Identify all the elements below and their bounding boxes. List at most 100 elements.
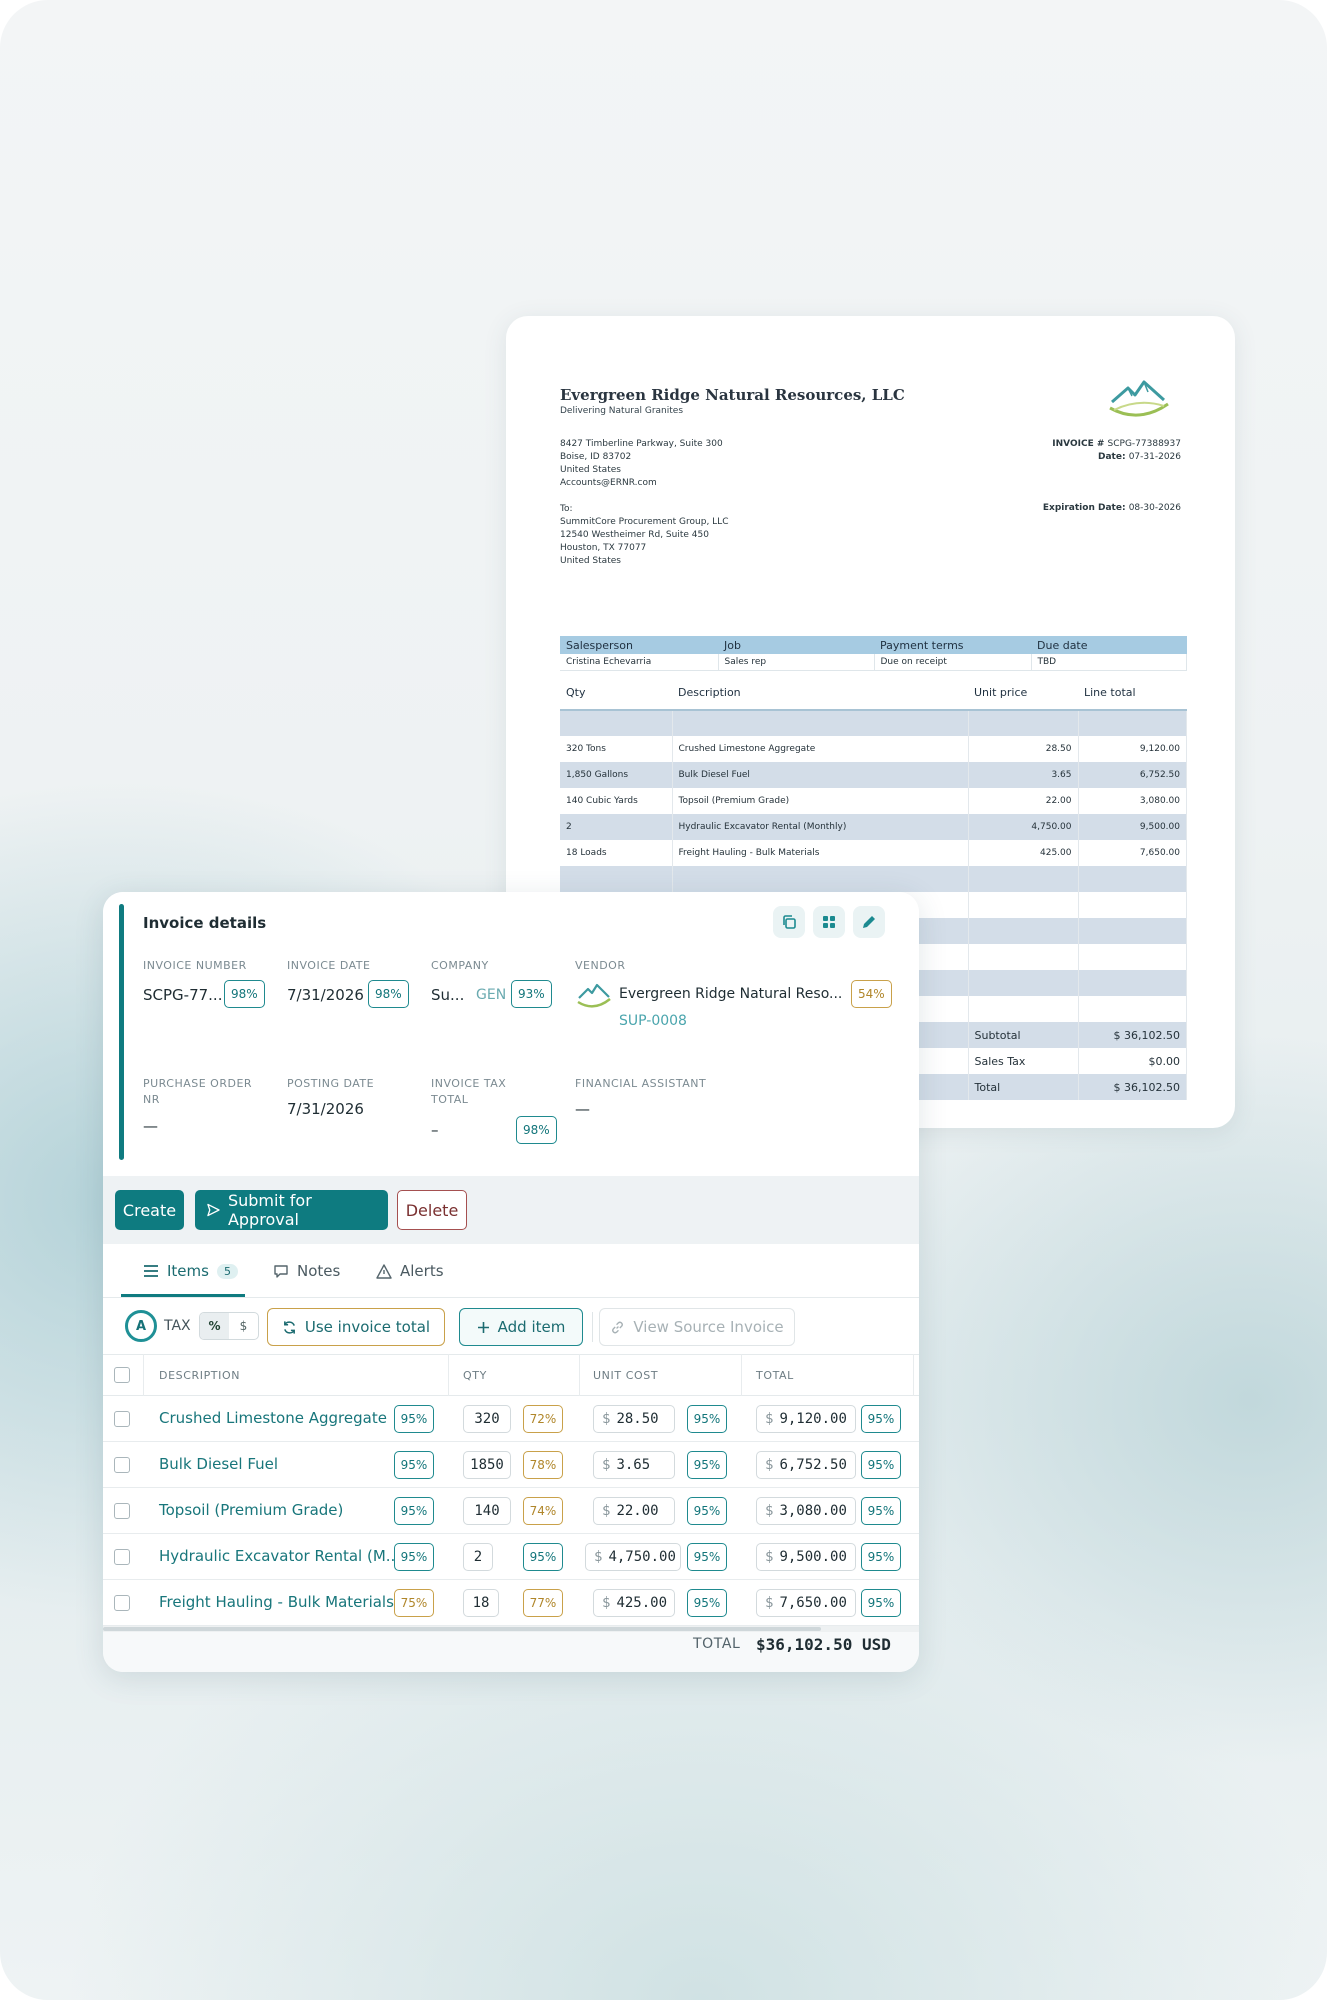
delete-button[interactable]: Delete	[397, 1190, 467, 1230]
copy-button[interactable]	[773, 906, 805, 938]
total-field[interactable]: $9,500.00	[756, 1543, 856, 1571]
total-field[interactable]: $3,080.00	[756, 1497, 856, 1525]
grid-header: DESCRIPTION QTY UNIT COST TOTAL	[103, 1354, 919, 1396]
company-value[interactable]: Su...	[431, 986, 464, 1004]
item-description-link[interactable]: Topsoil (Premium Grade)	[159, 1501, 343, 1519]
item-description-link[interactable]: Bulk Diesel Fuel	[159, 1455, 278, 1473]
tax-percent-option[interactable]: %	[200, 1313, 229, 1339]
table-row: Bulk Diesel Fuel 95% 1850 78% $3.65 95% …	[103, 1442, 919, 1488]
invoice-details-section: Invoice details INVOICE NUMBER SCPG-77..…	[103, 892, 919, 1176]
background-stage: Evergreen Ridge Natural Resources, LLC D…	[0, 0, 1327, 2000]
invoice-date-value: 07-31-2026	[1128, 452, 1181, 462]
unit-cost-field[interactable]: $22.00	[593, 1497, 675, 1525]
edit-button[interactable]	[853, 906, 885, 938]
row-checkbox[interactable]	[114, 1411, 130, 1427]
tax-total-value[interactable]: –	[431, 1121, 439, 1139]
tax-dollar-option[interactable]: $	[229, 1313, 258, 1339]
posting-date-value[interactable]: 7/31/2026	[287, 1100, 364, 1118]
column-header-unit-cost: UNIT COST	[593, 1369, 659, 1382]
document-line-row: 18 Loads Freight Hauling - Bulk Material…	[560, 840, 1187, 866]
row-checkbox[interactable]	[114, 1503, 130, 1519]
unit-cost-field[interactable]: $4,750.00	[585, 1543, 681, 1571]
invoice-number-label: INVOICE #	[1052, 439, 1108, 449]
item-description-link[interactable]: Freight Hauling - Bulk Materials	[159, 1593, 394, 1611]
invoice-number-value: SCPG-77388937	[1107, 439, 1181, 449]
financial-assistant-value[interactable]: —	[575, 1100, 590, 1118]
recipient-line: Houston, TX 77077	[560, 543, 647, 553]
sales-header: Payment terms	[874, 636, 1031, 654]
expiration-label: Expiration Date:	[1042, 503, 1129, 513]
use-invoice-total-button[interactable]: Use invoice total	[267, 1308, 445, 1346]
view-source-invoice-button[interactable]: View Source Invoice	[599, 1308, 795, 1346]
document-sender-address: 8427 Timberline Parkway, Suite 300 Boise…	[560, 438, 723, 490]
copy-icon	[783, 915, 796, 929]
unit-cost-field[interactable]: $28.50	[593, 1405, 675, 1433]
total-field[interactable]: $7,650.00	[756, 1589, 856, 1617]
confidence-badge: 95%	[861, 1497, 901, 1525]
add-item-button[interactable]: Add item	[459, 1308, 583, 1346]
vendor-logo-icon	[577, 983, 611, 1008]
qty-field[interactable]: 1850	[463, 1451, 511, 1479]
create-button[interactable]: Create	[115, 1190, 184, 1230]
total-field[interactable]: $9,120.00	[756, 1405, 856, 1433]
vendor-id-link[interactable]: SUP-0008	[619, 1013, 687, 1029]
active-tab-indicator	[121, 1294, 245, 1297]
line-price: 3.65	[968, 762, 1079, 788]
line-header: Qty	[560, 680, 672, 711]
scrollbar-thumb[interactable]	[103, 1627, 821, 1631]
sales-header: Due date	[1031, 636, 1187, 654]
tab-notes-label: Notes	[297, 1262, 341, 1280]
submit-for-approval-button[interactable]: Submit for Approval	[195, 1190, 388, 1230]
invoice-date-value[interactable]: 7/31/2026	[287, 986, 364, 1004]
vendor-value[interactable]: Evergreen Ridge Natural Reso...	[619, 986, 842, 1002]
item-description-link[interactable]: Hydraulic Excavator Rental (M...	[159, 1547, 400, 1565]
sales-header: Salesperson	[560, 636, 718, 654]
line-qty: 18 Loads	[560, 840, 673, 866]
purchase-order-label-line: PURCHASE ORDER	[143, 1077, 253, 1090]
currency-symbol: $	[765, 1411, 774, 1427]
purchase-order-value[interactable]: —	[143, 1117, 158, 1135]
unit-cost-field[interactable]: $3.65	[593, 1451, 675, 1479]
item-description-link[interactable]: Crushed Limestone Aggregate	[159, 1409, 387, 1427]
unit-cost-field[interactable]: $425.00	[593, 1589, 675, 1617]
qty-field[interactable]: 18	[463, 1589, 499, 1617]
line-desc: Bulk Diesel Fuel	[672, 762, 969, 788]
row-checkbox[interactable]	[114, 1457, 130, 1473]
row-checkbox[interactable]	[114, 1549, 130, 1565]
row-checkbox[interactable]	[114, 1595, 130, 1611]
column-header-total: TOTAL	[756, 1369, 794, 1382]
tab-alerts[interactable]: Alerts	[376, 1256, 444, 1286]
sales-value: Sales rep	[718, 654, 875, 671]
tax-mode-toggle[interactable]: % $	[199, 1312, 259, 1340]
invoice-number-value[interactable]: SCPG-77...	[143, 986, 222, 1004]
tab-items[interactable]: Items 5	[143, 1256, 238, 1286]
list-icon	[144, 1265, 158, 1277]
confidence-badge: 95%	[687, 1589, 727, 1617]
currency-symbol: $	[602, 1457, 611, 1473]
purchase-order-label: PURCHASE ORDER NR	[143, 1076, 252, 1108]
line-desc: Freight Hauling - Bulk Materials	[672, 840, 969, 866]
currency-symbol: $	[765, 1457, 774, 1473]
use-invoice-total-label: Use invoice total	[304, 1318, 431, 1336]
pencil-icon	[863, 916, 875, 928]
total-value: $ 36,102.50	[1078, 1074, 1187, 1100]
tab-notes[interactable]: Notes	[273, 1256, 340, 1286]
sales-value: TBD	[1031, 654, 1187, 671]
qty-field[interactable]: 2	[463, 1543, 493, 1571]
qty-field[interactable]: 320	[463, 1405, 511, 1433]
warning-icon	[376, 1263, 392, 1279]
currency-symbol: $	[602, 1503, 611, 1519]
select-all-checkbox[interactable]	[114, 1367, 130, 1383]
confidence-badge: 98%	[368, 980, 409, 1008]
recipient-line: SummitCore Procurement Group, LLC	[560, 517, 729, 527]
grid-view-button[interactable]	[813, 906, 845, 938]
currency-symbol: $	[765, 1503, 774, 1519]
total-label: Total	[968, 1074, 1079, 1100]
financial-assistant-label: FINANCIAL ASSISTANT	[575, 1077, 707, 1090]
auto-tax-toggle[interactable]: A	[125, 1310, 157, 1342]
confidence-badge: 54%	[851, 980, 892, 1008]
qty-field[interactable]: 140	[463, 1497, 511, 1525]
line-qty: 320 Tons	[560, 736, 673, 762]
column-header-description: DESCRIPTION	[159, 1369, 241, 1382]
total-field[interactable]: $6,752.50	[756, 1451, 856, 1479]
